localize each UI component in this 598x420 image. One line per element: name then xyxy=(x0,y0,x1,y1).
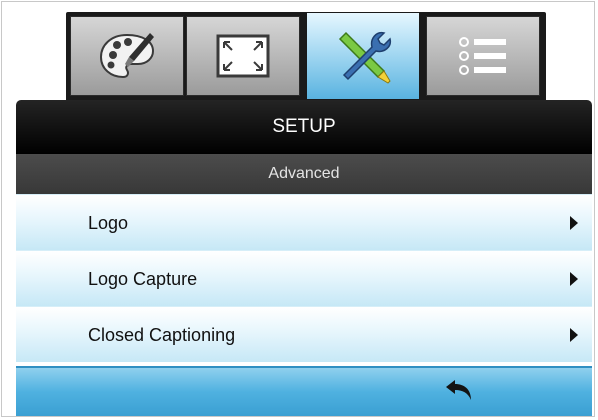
tab-strip xyxy=(16,12,592,100)
menu-item-closed-captioning[interactable]: Closed Captioning xyxy=(16,306,592,362)
back-button[interactable] xyxy=(444,378,474,404)
osd-frame: SETUP Advanced Logo Logo Capture Closed … xyxy=(1,1,595,417)
menu-item-label: Logo Capture xyxy=(88,269,198,289)
aspect-expand-icon xyxy=(216,34,270,78)
tab-options[interactable] xyxy=(426,16,540,96)
list-options-icon xyxy=(459,37,506,75)
tab-setup[interactable] xyxy=(306,12,420,100)
menu-item-label: Closed Captioning xyxy=(88,325,236,345)
menu-item-label: Logo xyxy=(88,213,129,233)
tab-picture[interactable] xyxy=(70,16,184,96)
return-arrow-icon xyxy=(446,380,471,400)
submenu-arrow-icon xyxy=(570,216,578,230)
submenu-arrow-icon xyxy=(570,328,578,342)
submenu-arrow-icon xyxy=(570,272,578,286)
tab-display[interactable] xyxy=(186,16,300,96)
menu-footer xyxy=(16,366,592,416)
tools-icon xyxy=(338,31,392,84)
menu-item-logo[interactable]: Logo xyxy=(16,194,592,250)
palette-icon xyxy=(99,33,155,79)
menu-item-logo-capture[interactable]: Logo Capture xyxy=(16,250,592,306)
menu-subtitle: Advanced xyxy=(16,154,592,194)
osd-menu: SETUP Advanced Logo Logo Capture Closed … xyxy=(16,12,592,416)
menu-title: SETUP xyxy=(16,100,592,154)
